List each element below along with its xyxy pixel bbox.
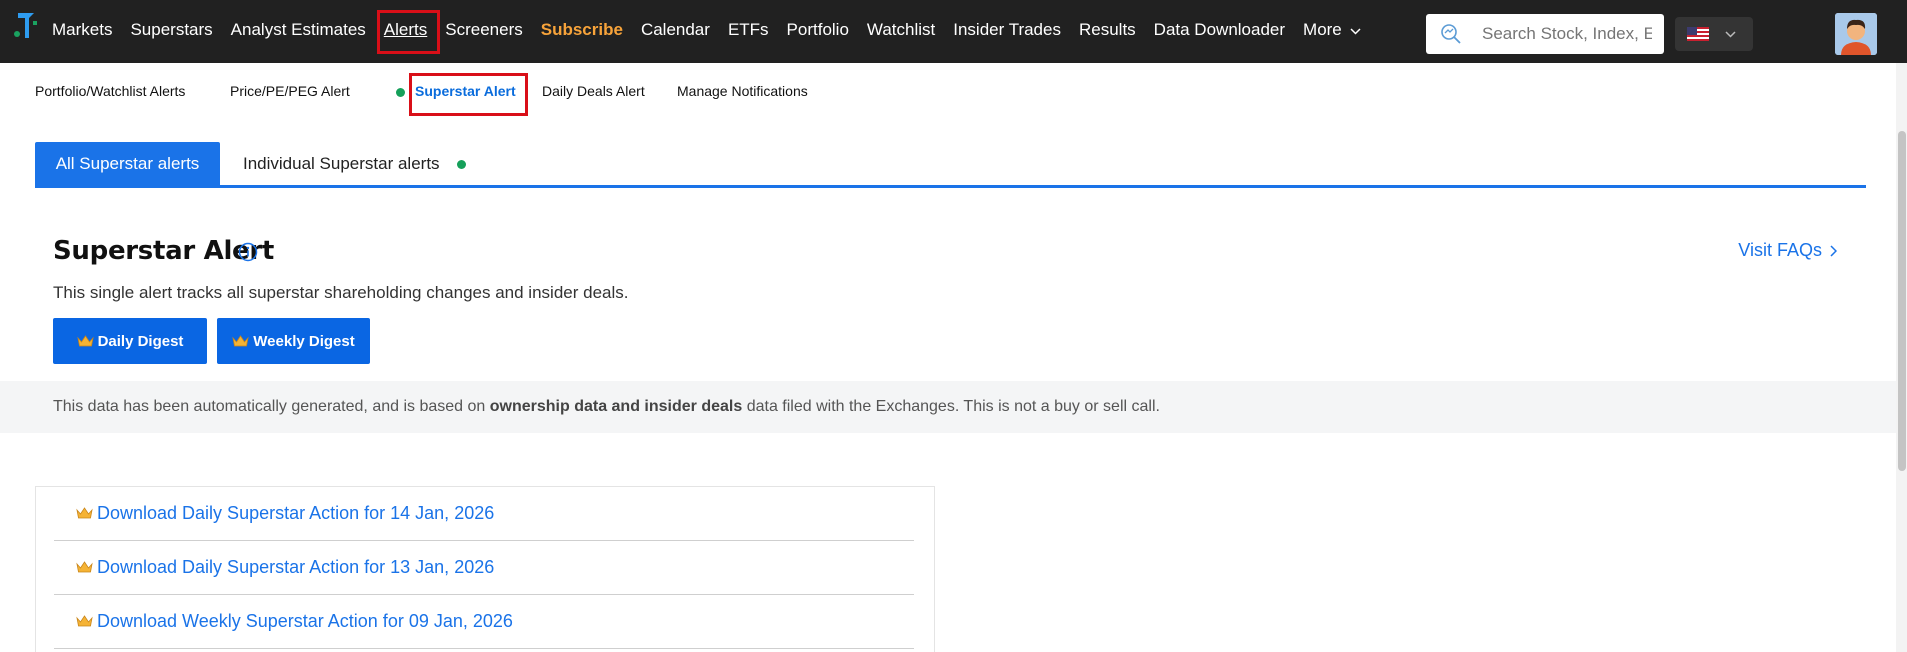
disclaimer-before: This data has been automatically generat… bbox=[53, 398, 490, 415]
nav-screeners[interactable]: Screeners bbox=[445, 20, 522, 40]
download-label: Download Daily Superstar Action for 14 J… bbox=[97, 503, 495, 523]
nav-more-menu[interactable]: More bbox=[1303, 20, 1361, 40]
chevron-right-icon bbox=[1830, 244, 1837, 257]
disclaimer-after: data filed with the Exchanges. This is n… bbox=[742, 398, 1160, 415]
visit-faqs-link[interactable]: Visit FAQs bbox=[1738, 240, 1837, 261]
nav-subscribe[interactable]: Subscribe bbox=[541, 20, 623, 40]
list-item: Download Daily Superstar Action for 13 J… bbox=[54, 541, 914, 595]
faq-label: Visit FAQs bbox=[1738, 240, 1822, 260]
trendlyne-logo-icon[interactable] bbox=[12, 10, 40, 40]
weekly-digest-label: Weekly Digest bbox=[253, 332, 355, 350]
weekly-digest-button[interactable]: Weekly Digest bbox=[217, 318, 370, 364]
country-selector[interactable] bbox=[1675, 17, 1753, 51]
nav-watchlist[interactable]: Watchlist bbox=[867, 20, 935, 40]
active-status-dot bbox=[396, 88, 405, 97]
downloads-list: Download Daily Superstar Action for 14 J… bbox=[35, 486, 935, 652]
nav-portfolio[interactable]: Portfolio bbox=[787, 20, 849, 40]
alert-description: This single alert tracks all superstar s… bbox=[53, 283, 629, 302]
nav-etfs[interactable]: ETFs bbox=[728, 20, 769, 40]
download-label: Download Daily Superstar Action for 13 J… bbox=[97, 557, 495, 577]
daily-digest-button[interactable]: Daily Digest bbox=[53, 318, 207, 364]
us-flag-icon bbox=[1687, 27, 1709, 41]
subnav-daily-deals-alert[interactable]: Daily Deals Alert bbox=[542, 83, 645, 99]
nav-insider-trades[interactable]: Insider Trades bbox=[953, 20, 1061, 40]
chevron-down-icon bbox=[1350, 27, 1361, 35]
main-menu: Markets Superstars Analyst Estimates Ale… bbox=[52, 0, 1379, 60]
superstar-alert-tabs: All Superstar alerts Individual Supersta… bbox=[35, 142, 1866, 188]
nav-markets[interactable]: Markets bbox=[52, 20, 112, 40]
info-icon[interactable] bbox=[238, 242, 258, 262]
search-input[interactable] bbox=[1482, 24, 1652, 44]
search-box[interactable] bbox=[1426, 14, 1664, 54]
download-link[interactable]: Download Daily Superstar Action for 14 J… bbox=[76, 503, 494, 524]
tab-individual-superstar-alerts[interactable]: Individual Superstar alerts bbox=[243, 142, 466, 186]
nav-results[interactable]: Results bbox=[1079, 20, 1136, 40]
download-link[interactable]: Download Weekly Superstar Action for 09 … bbox=[76, 611, 513, 632]
active-status-dot bbox=[456, 159, 466, 169]
nav-more-label: More bbox=[1303, 20, 1342, 39]
nav-analyst-estimates[interactable]: Analyst Estimates bbox=[231, 20, 366, 40]
list-item: Download Daily Superstar Action for 14 J… bbox=[54, 487, 914, 541]
disclaimer-bold: ownership data and insider deals bbox=[489, 398, 743, 415]
subnav-manage-notifications[interactable]: Manage Notifications bbox=[677, 83, 808, 99]
search-icon bbox=[1441, 24, 1461, 44]
data-disclaimer: This data has been automatically generat… bbox=[0, 381, 1896, 433]
subnav-portfolio-watchlist-alerts[interactable]: Portfolio/Watchlist Alerts bbox=[35, 83, 185, 99]
subnav-superstar-alert[interactable]: Superstar Alert bbox=[409, 73, 528, 116]
list-item: Download Weekly Superstar Action for 09 … bbox=[54, 595, 914, 649]
chevron-down-icon bbox=[1725, 30, 1736, 38]
nav-superstars[interactable]: Superstars bbox=[130, 20, 212, 40]
user-avatar[interactable] bbox=[1835, 13, 1877, 55]
scrollbar-thumb[interactable] bbox=[1898, 131, 1906, 471]
crown-icon bbox=[76, 561, 93, 573]
crown-icon bbox=[76, 334, 94, 346]
crown-icon bbox=[76, 615, 93, 627]
crown-icon bbox=[76, 507, 93, 519]
avatar-icon bbox=[1835, 13, 1877, 55]
disclaimer-text: This data has been automatically generat… bbox=[53, 398, 1160, 416]
tab-all-superstar-alerts[interactable]: All Superstar alerts bbox=[35, 142, 220, 186]
subnav-price-pe-peg-alert[interactable]: Price/PE/PEG Alert bbox=[230, 83, 350, 99]
top-navigation-bar: Markets Superstars Analyst Estimates Ale… bbox=[0, 0, 1907, 63]
tab-individual-label: Individual Superstar alerts bbox=[243, 154, 440, 173]
page-scrollbar[interactable] bbox=[1896, 63, 1907, 652]
nav-calendar[interactable]: Calendar bbox=[641, 20, 710, 40]
nav-alerts[interactable]: Alerts bbox=[376, 10, 441, 54]
download-link[interactable]: Download Daily Superstar Action for 13 J… bbox=[76, 557, 494, 578]
download-label: Download Weekly Superstar Action for 09 … bbox=[97, 611, 513, 631]
daily-digest-label: Daily Digest bbox=[97, 332, 184, 350]
crown-icon bbox=[232, 334, 249, 346]
nav-data-downloader[interactable]: Data Downloader bbox=[1154, 20, 1285, 40]
